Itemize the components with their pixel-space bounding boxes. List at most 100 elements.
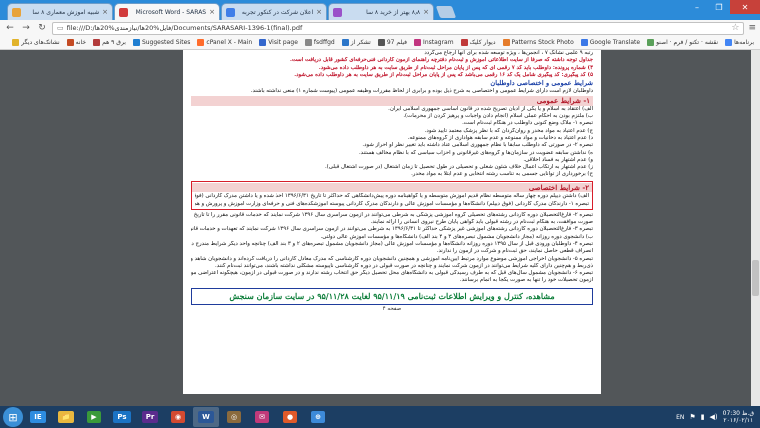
- bookmark-label: نشانک‌های دیگر: [21, 39, 60, 46]
- bookmark-item[interactable]: دیوار کلیک: [460, 39, 496, 46]
- address-url[interactable]: file:///D:/فایل%20ها/نیازمندی%20ها/Docum…: [67, 24, 729, 32]
- bookmark-favicon-icon: [341, 39, 349, 46]
- bookmark-label: فیلم 97: [386, 39, 408, 46]
- bookmark-label: دیوار کلیک: [469, 39, 496, 46]
- bookmark-item[interactable]: Suggested Sites: [132, 39, 190, 46]
- flag-icon[interactable]: ⚑: [689, 413, 695, 421]
- bookmark-item[interactable]: نشانک‌های دیگر: [12, 39, 60, 46]
- doc-line: ز) عدم اشتهار به ارتکاب اعمال خلاف شئون …: [324, 164, 593, 171]
- bookmark-item[interactable]: فیلم 97: [377, 39, 408, 46]
- bookmark-favicon-icon: [502, 39, 510, 46]
- doc-line: الف) اعتقاد به اسلام و یا یکی از ادیان ت…: [388, 105, 593, 112]
- taskbar-app-icon[interactable]: W: [193, 407, 219, 427]
- after-items: تبصره ۲- فارغ‌التحصیلان دوره کاردانی رشت…: [191, 212, 593, 285]
- doc-line: ذی‌ربط و هم‌چنین دارای کلیه شرایط می‌توا…: [215, 262, 593, 269]
- bookmark-label: خانه: [75, 39, 87, 46]
- bookmark-item[interactable]: برنامه‌ها: [725, 39, 754, 46]
- browser-tab[interactable]: شبیه آموزش معماری ۸ سا ×: [7, 3, 113, 20]
- taskbar-app-icon[interactable]: ✉: [249, 407, 275, 427]
- bookmark-label: Instagram: [423, 39, 454, 46]
- taskbar-app-icon[interactable]: 📁: [53, 407, 79, 427]
- review-dates-banner: مشاهده، کنترل و ویرایش اطلاعات ثبت‌نامی …: [191, 287, 593, 305]
- bookmark-label: fsdffgd: [313, 39, 335, 46]
- bookmark-item[interactable]: cPanel X - Main: [197, 39, 252, 46]
- network-icon[interactable]: ▮: [701, 413, 705, 421]
- bookmark-star-icon[interactable]: ☆: [731, 23, 739, 33]
- bookmark-item[interactable]: fsdffgd: [304, 39, 335, 46]
- maximize-button[interactable]: ❐: [708, 0, 730, 14]
- window-controls: – ❐ ✕: [686, 0, 760, 18]
- clock-date: ۲۰۱۶/۰۲/۱۱: [723, 417, 754, 424]
- taskbar-app-label: Ps: [113, 411, 131, 423]
- bookmark-label: cPanel X - Main: [206, 39, 253, 46]
- taskbar-apps: IE 📁 ▶ Ps Pr ◉ W ◎ ✉ ● ⊕: [25, 407, 331, 427]
- bookmark-item[interactable]: Patterns Stock Photo: [502, 39, 574, 46]
- bookmark-item[interactable]: تشکر از: [341, 39, 371, 46]
- taskbar-app-icon[interactable]: ●: [277, 407, 303, 427]
- bookmark-item[interactable]: نقشه · تکنو / فرم · اصنو: [647, 39, 718, 46]
- page-number: صفحه ۴: [382, 305, 402, 312]
- browser-tab[interactable]: اعلان شرکت در کنکور تجربه ×: [221, 3, 327, 20]
- doc-line: تبصره ۵- دانشجویان اخراجی آموزشی موضوع م…: [191, 255, 593, 262]
- system-tray: EN ⚑ ▮ ◀) 07:30 ق.ظ ۲۰۱۶/۰۲/۱۱: [676, 410, 760, 424]
- doc-line: تبصره ۲- در صورتی که داوطلب سابقاً با نظ…: [362, 142, 593, 149]
- start-button[interactable]: ⊞: [3, 407, 23, 427]
- reload-icon[interactable]: ↻: [36, 22, 48, 34]
- bookmark-favicon-icon: [197, 39, 205, 46]
- scrollbar[interactable]: [751, 50, 760, 406]
- tab-favicon-icon: [12, 7, 21, 17]
- tab-title: ۸٫۸ بهتر از خرید ۸ سا: [366, 8, 421, 16]
- bookmark-label: نقشه · تکنو / فرم · اصنو: [656, 39, 719, 46]
- taskbar-app-icon[interactable]: IE: [25, 407, 51, 427]
- taskbar-app-label: W: [198, 411, 214, 423]
- section-special-heading: ۲- شرایط اختصاصی: [192, 182, 592, 193]
- back-icon[interactable]: ←: [4, 22, 16, 34]
- bookmark-favicon-icon: [460, 39, 468, 46]
- taskbar-app-icon[interactable]: Pr: [137, 407, 163, 427]
- general-items: الف) اعتقاد به اسلام و یا یکی از ادیان ت…: [191, 106, 593, 179]
- menu-icon[interactable]: ≡: [748, 23, 756, 33]
- scrollbar-thumb[interactable]: [752, 260, 759, 296]
- bookmark-item[interactable]: برق ۹ هم: [93, 39, 126, 46]
- address-bar[interactable]: ▭ file:///D:/فایل%20ها/نیازمندی%20ها/Doc…: [52, 21, 745, 35]
- taskbar-app-label: 📁: [57, 411, 75, 423]
- pdf-page: رتبه ۹ علمی نشانک ۷ ، انجمن‌ها ، ویژه تو…: [183, 50, 601, 394]
- bookmark-item[interactable]: Instagram: [414, 39, 454, 46]
- bookmark-favicon-icon: [132, 39, 140, 46]
- close-tab-icon[interactable]: ×: [102, 8, 108, 16]
- forward-icon[interactable]: →: [20, 22, 32, 34]
- taskbar-app-label: ▶: [87, 411, 101, 423]
- close-window-button[interactable]: ✕: [730, 0, 760, 14]
- taskbar-app-icon[interactable]: ⊕: [305, 407, 331, 427]
- heading-general-conditions: شرایط عمومی و اختصاصی داوطلبان: [490, 79, 593, 88]
- browser-tab[interactable]: ۸٫۸ بهتر از خرید ۸ سا ×: [328, 3, 434, 20]
- bookmark-item[interactable]: Google Translate: [580, 39, 641, 46]
- bookmark-label: Google Translate: [589, 39, 641, 46]
- close-tab-icon[interactable]: ×: [316, 8, 322, 16]
- taskbar-app-icon[interactable]: ▶: [81, 407, 107, 427]
- volume-icon[interactable]: ◀): [710, 413, 718, 421]
- bookmark-item[interactable]: خانه: [66, 39, 87, 46]
- bookmark-label: Visit page: [268, 39, 298, 46]
- new-tab-button[interactable]: [435, 6, 457, 18]
- doc-line: د) عدم اعتیاد به دخانیات و مواد ممنوعه و…: [407, 135, 593, 141]
- doc-line: تبصره ۴- داوطلبان ورودی قبل از سال ۱۳۹۵ …: [191, 241, 593, 247]
- minimize-button[interactable]: –: [686, 0, 708, 14]
- close-tab-icon[interactable]: ×: [209, 8, 215, 16]
- clock[interactable]: 07:30 ق.ظ ۲۰۱۶/۰۲/۱۱: [723, 410, 754, 424]
- bookmark-favicon-icon: [414, 39, 422, 46]
- bookmark-label: برنامه‌ها: [734, 39, 754, 46]
- browser-tab[interactable]: Microsoft Word - SARAS ×: [114, 3, 220, 20]
- language-indicator[interactable]: EN: [676, 414, 684, 421]
- taskbar-app-icon[interactable]: Ps: [109, 407, 135, 427]
- close-tab-icon[interactable]: ×: [423, 8, 429, 16]
- tab-favicon-icon: [226, 7, 235, 17]
- bookmark-favicon-icon: [93, 39, 101, 46]
- taskbar-app-icon[interactable]: ◉: [165, 407, 191, 427]
- doc-line: ب) دانشجوی دوره روزانه (مجاز دانشجویان م…: [320, 233, 593, 240]
- clock-time: 07:30 ق.ظ: [722, 409, 754, 417]
- bookmark-item[interactable]: Visit page: [259, 39, 298, 46]
- taskbar-app-icon[interactable]: ◎: [221, 407, 247, 427]
- bookmark-favicon-icon: [259, 39, 267, 46]
- tab-title: اعلان شرکت در کنکور تجربه: [241, 8, 314, 16]
